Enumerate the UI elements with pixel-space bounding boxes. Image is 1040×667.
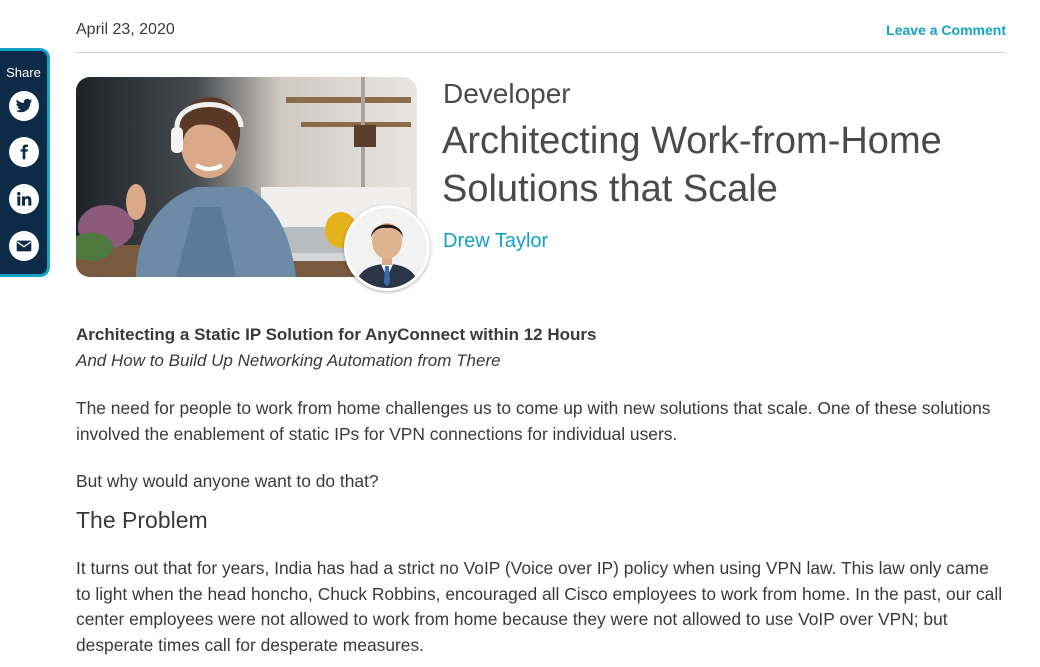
share-twitter-button[interactable]	[9, 91, 39, 121]
post-category[interactable]: Developer	[443, 78, 571, 110]
twitter-icon	[15, 98, 33, 113]
author-link[interactable]: Drew Taylor	[443, 230, 548, 253]
article-subtitle-italic: And How to Build Up Networking Automatio…	[76, 351, 501, 370]
section-heading: The Problem	[76, 507, 208, 533]
share-facebook-button[interactable]	[9, 137, 39, 167]
page-title: Architecting Work-from-Home Solutions th…	[442, 120, 942, 210]
share-email-button[interactable]	[9, 231, 39, 261]
leave-comment-link[interactable]: Leave a Comment	[886, 22, 1006, 38]
article-paragraph: The need for people to work from home ch…	[76, 398, 991, 444]
header-divider	[76, 52, 1006, 53]
share-label: Share	[6, 65, 41, 80]
share-linkedin-button[interactable]	[9, 184, 39, 214]
post-date: April 23, 2020	[76, 21, 175, 38]
article-paragraph: But why would anyone want to do that?	[76, 471, 379, 491]
linkedin-icon	[17, 192, 32, 206]
email-icon	[16, 240, 32, 252]
article-subtitle: Architecting a Static IP Solution for An…	[76, 325, 597, 344]
author-avatar[interactable]	[344, 205, 430, 291]
share-sidebar: Share	[0, 48, 50, 277]
facebook-icon	[20, 144, 28, 160]
article-paragraph: It turns out that for years, India has h…	[76, 558, 1003, 655]
